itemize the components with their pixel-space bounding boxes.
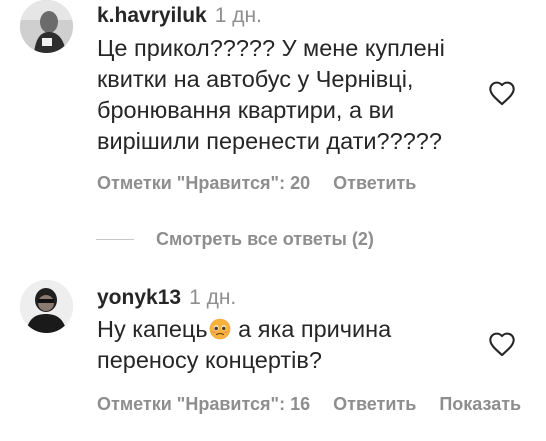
comment-text-line: переносу концертів? [97,347,322,373]
comment-actions: Отметки "Нравится": 16 Ответить Показать [97,393,521,415]
comment-actions: Отметки "Нравится": 20 Ответить [97,172,416,194]
comment-item: k.havryiluk 1 дн. Це прикол????? У мене к… [0,0,546,200]
user-avatar-image [20,280,73,333]
comment-text-line: вирішили перенести дати????? [97,128,442,154]
likes-count-link[interactable]: Отметки "Нравится": 20 [97,173,310,193]
view-replies-button[interactable]: Смотреть все ответы (2) [156,229,374,249]
comment-text-line: Це прикол????? У мене куплені [97,35,445,61]
comment-header: yonyk13 1 дн. [97,285,236,311]
comment-time[interactable]: 1 дн. [215,4,262,27]
comment-item: yonyk13 1 дн. Ну капець а яка причина пер… [0,280,546,441]
show-translation-button[interactable]: Показать [439,394,521,414]
likes-count-link[interactable]: Отметки "Нравится": 16 [97,394,310,414]
user-avatar-image [20,0,73,53]
avatar[interactable] [20,280,73,333]
comment-text-line: квитки на автобус у Чернівці, [97,66,414,92]
heart-outline-icon[interactable] [488,331,516,357]
username-link[interactable]: yonyk13 [97,286,181,309]
comment-text-line: Ну капець а яка причина [97,314,391,345]
view-replies[interactable]: Смотреть все ответы (2) [96,229,374,251]
pleading-face-emoji-icon [209,317,231,340]
reply-button[interactable]: Ответить [333,394,416,414]
comment-text: Це прикол????? У мене куплені квитки на … [97,33,445,157]
replies-divider [96,239,134,240]
username-link[interactable]: k.havryiluk [97,4,207,27]
comment-text-part: а яка причина [231,316,392,342]
comment-text-line: бронювання квартири, а ви [97,97,395,123]
comment-text-part: Ну капець [97,316,208,342]
comment-header: k.havryiluk 1 дн. [97,3,262,29]
heart-outline-icon[interactable] [488,80,516,106]
avatar[interactable] [20,0,73,53]
comment-text: Ну капець а яка причина переносу концерт… [97,314,391,376]
reply-button[interactable]: Ответить [333,173,416,193]
comment-time[interactable]: 1 дн. [189,286,236,309]
